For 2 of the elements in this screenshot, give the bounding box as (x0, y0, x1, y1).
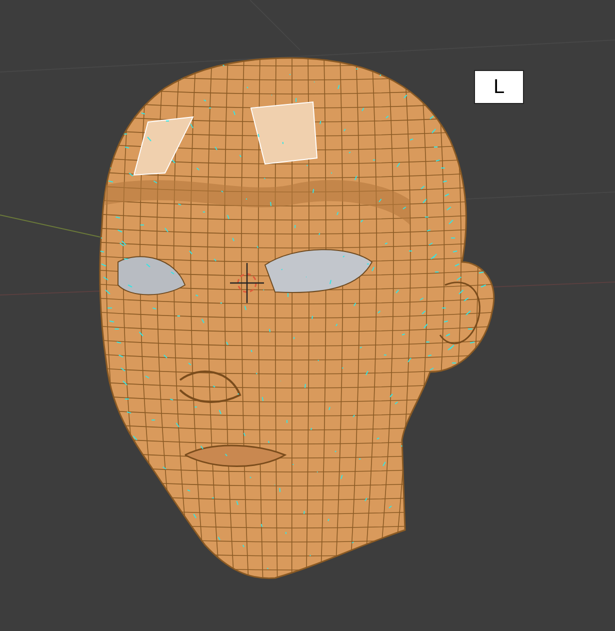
key-indicator: L (474, 70, 524, 104)
3d-cursor-icon (230, 263, 264, 303)
